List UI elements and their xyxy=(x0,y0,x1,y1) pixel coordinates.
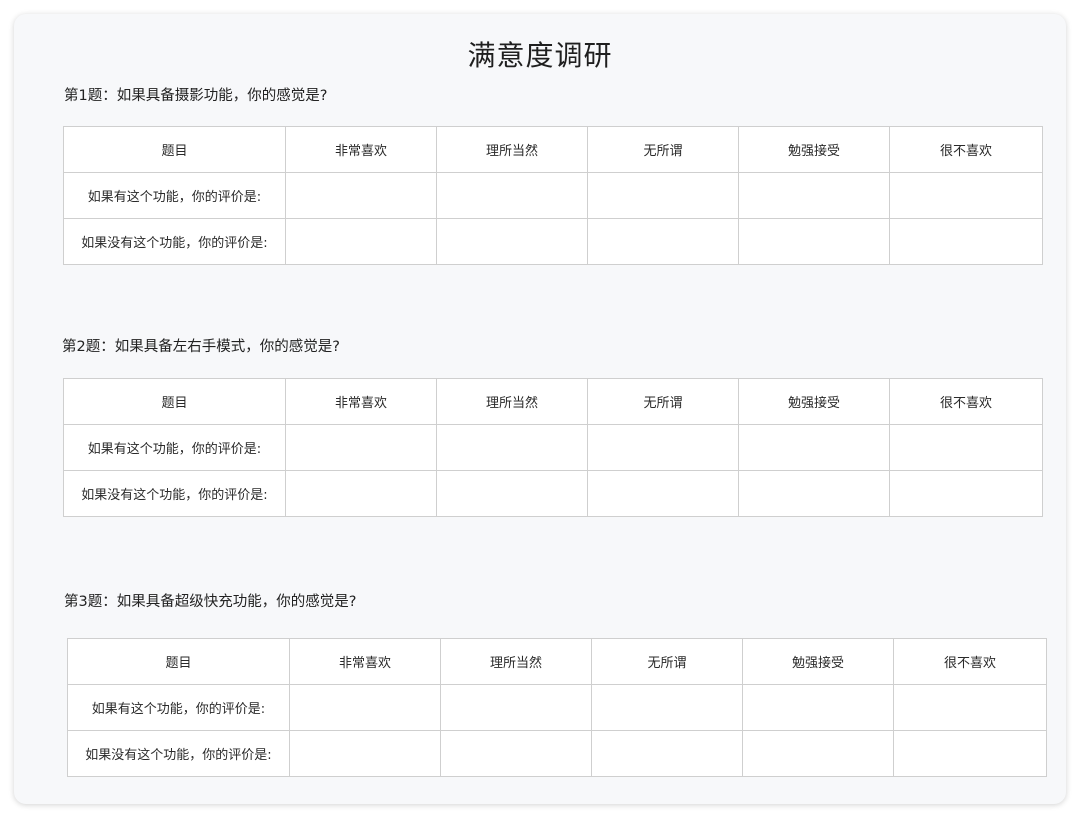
column-header-dislike-very-much: 很不喜欢 xyxy=(889,126,1043,173)
table-row: 如果有这个功能，你的评价是: xyxy=(67,684,1047,731)
answer-cell-like-very-much[interactable] xyxy=(289,730,441,777)
table-header-row: 题目 非常喜欢 理所当然 无所谓 勉强接受 很不喜欢 xyxy=(67,638,1047,685)
answer-cell-dislike-very-much[interactable] xyxy=(893,730,1047,777)
table-row: 如果有这个功能，你的评价是: xyxy=(63,424,1043,471)
answer-cell-reluctantly-accept[interactable] xyxy=(738,470,890,517)
table-header-row: 题目 非常喜欢 理所当然 无所谓 勉强接受 很不喜欢 xyxy=(63,378,1043,425)
column-header-topic: 题目 xyxy=(67,638,290,685)
column-header-indifferent: 无所谓 xyxy=(587,378,739,425)
column-header-topic: 题目 xyxy=(63,378,286,425)
question-2-title: 第2题：如果具备左右手模式，你的感觉是? xyxy=(62,339,340,355)
answer-cell-reluctantly-accept[interactable] xyxy=(738,172,890,219)
row-label-no-feature: 如果没有这个功能，你的评价是: xyxy=(63,218,286,265)
column-header-dislike-very-much: 很不喜欢 xyxy=(889,378,1043,425)
column-header-indifferent: 无所谓 xyxy=(591,638,743,685)
answer-cell-taken-for-granted[interactable] xyxy=(440,730,592,777)
answer-cell-dislike-very-much[interactable] xyxy=(889,470,1043,517)
answer-cell-indifferent[interactable] xyxy=(591,684,743,731)
column-header-indifferent: 无所谓 xyxy=(587,126,739,173)
column-header-taken-for-granted: 理所当然 xyxy=(440,638,592,685)
answer-cell-dislike-very-much[interactable] xyxy=(893,684,1047,731)
answer-cell-indifferent[interactable] xyxy=(591,730,743,777)
row-label-no-feature: 如果没有这个功能，你的评价是: xyxy=(67,730,290,777)
question-1-title: 第1题：如果具备摄影功能，你的感觉是? xyxy=(64,88,328,104)
question-2-table: 题目 非常喜欢 理所当然 无所谓 勉强接受 很不喜欢 如果有这个功能，你的评价是… xyxy=(63,378,1043,517)
answer-cell-indifferent[interactable] xyxy=(587,424,739,471)
answer-cell-taken-for-granted[interactable] xyxy=(436,424,588,471)
answer-cell-like-very-much[interactable] xyxy=(285,172,437,219)
column-header-reluctantly-accept: 勉强接受 xyxy=(738,378,890,425)
table-row: 如果没有这个功能，你的评价是: xyxy=(67,730,1047,777)
answer-cell-taken-for-granted[interactable] xyxy=(436,470,588,517)
column-header-dislike-very-much: 很不喜欢 xyxy=(893,638,1047,685)
column-header-topic: 题目 xyxy=(63,126,286,173)
column-header-reluctantly-accept: 勉强接受 xyxy=(738,126,890,173)
table-row: 如果有这个功能，你的评价是: xyxy=(63,172,1043,219)
answer-cell-reluctantly-accept[interactable] xyxy=(738,424,890,471)
answer-cell-like-very-much[interactable] xyxy=(285,424,437,471)
answer-cell-taken-for-granted[interactable] xyxy=(436,218,588,265)
table-row: 如果没有这个功能，你的评价是: xyxy=(63,218,1043,265)
answer-cell-like-very-much[interactable] xyxy=(289,684,441,731)
answer-cell-taken-for-granted[interactable] xyxy=(436,172,588,219)
row-label-no-feature: 如果没有这个功能，你的评价是: xyxy=(63,470,286,517)
answer-cell-taken-for-granted[interactable] xyxy=(440,684,592,731)
question-1-table: 题目 非常喜欢 理所当然 无所谓 勉强接受 很不喜欢 如果有这个功能，你的评价是… xyxy=(63,126,1043,265)
column-header-like-very-much: 非常喜欢 xyxy=(285,378,437,425)
answer-cell-dislike-very-much[interactable] xyxy=(889,424,1043,471)
answer-cell-like-very-much[interactable] xyxy=(285,470,437,517)
column-header-taken-for-granted: 理所当然 xyxy=(436,126,588,173)
answer-cell-like-very-much[interactable] xyxy=(285,218,437,265)
question-3-table: 题目 非常喜欢 理所当然 无所谓 勉强接受 很不喜欢 如果有这个功能，你的评价是… xyxy=(67,638,1047,777)
survey-card: 满意度调研 第1题：如果具备摄影功能，你的感觉是? 题目 非常喜欢 理所当然 无… xyxy=(14,14,1066,804)
question-3-title: 第3题：如果具备超级快充功能，你的感觉是? xyxy=(64,594,357,610)
table-header-row: 题目 非常喜欢 理所当然 无所谓 勉强接受 很不喜欢 xyxy=(63,126,1043,173)
answer-cell-dislike-very-much[interactable] xyxy=(889,172,1043,219)
column-header-reluctantly-accept: 勉强接受 xyxy=(742,638,894,685)
column-header-taken-for-granted: 理所当然 xyxy=(436,378,588,425)
answer-cell-dislike-very-much[interactable] xyxy=(889,218,1043,265)
column-header-like-very-much: 非常喜欢 xyxy=(285,126,437,173)
row-label-has-feature: 如果有这个功能，你的评价是: xyxy=(63,424,286,471)
row-label-has-feature: 如果有这个功能，你的评价是: xyxy=(67,684,290,731)
answer-cell-reluctantly-accept[interactable] xyxy=(738,218,890,265)
page-title: 满意度调研 xyxy=(467,39,613,72)
table-row: 如果没有这个功能，你的评价是: xyxy=(63,470,1043,517)
answer-cell-indifferent[interactable] xyxy=(587,218,739,265)
column-header-like-very-much: 非常喜欢 xyxy=(289,638,441,685)
answer-cell-indifferent[interactable] xyxy=(587,172,739,219)
answer-cell-reluctantly-accept[interactable] xyxy=(742,684,894,731)
answer-cell-reluctantly-accept[interactable] xyxy=(742,730,894,777)
answer-cell-indifferent[interactable] xyxy=(587,470,739,517)
row-label-has-feature: 如果有这个功能，你的评价是: xyxy=(63,172,286,219)
